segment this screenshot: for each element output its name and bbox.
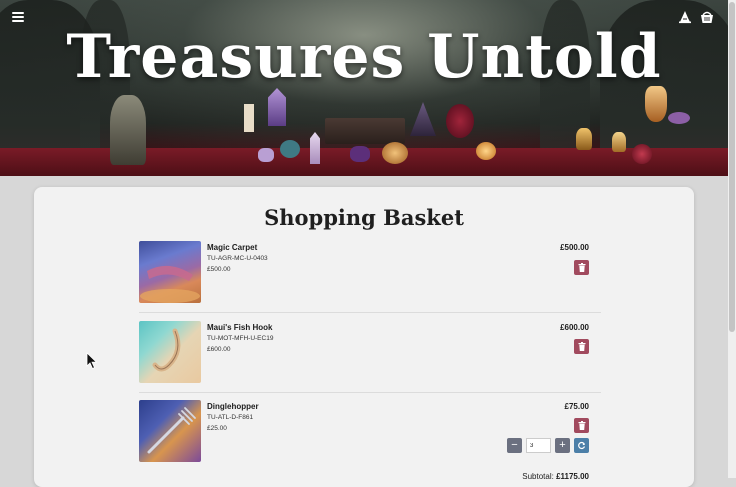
quantity-stepper: − + [507,438,589,453]
item-sku: TU-AGR-MC-U-0403 [207,255,268,262]
magic-carpet-image[interactable] [139,241,201,303]
goblet-decoration [576,128,592,150]
candle-decoration [244,104,254,132]
gem-decoration [382,142,408,164]
trash-icon [578,342,585,351]
basket-item: Magic Carpet TU-AGR-MC-U-0403 £500.00 £5… [139,241,601,307]
menu-icon[interactable] [12,12,24,22]
item-line-total: £500.00 [560,243,589,252]
delete-button[interactable] [574,418,589,433]
gem-decoration [350,146,370,162]
trash-icon [578,263,585,272]
item-line-total: £600.00 [560,323,589,332]
delete-button[interactable] [574,339,589,354]
item-name[interactable]: Dinglehopper [207,402,259,411]
candle-decoration [476,142,496,160]
decrease-quantity-button[interactable]: − [507,438,522,453]
item-name[interactable]: Maui's Fish Hook [207,323,272,332]
subtotal: Subtotal: £1175.00 [522,472,589,481]
increase-quantity-button[interactable]: + [555,438,570,453]
crystal-decoration [310,132,320,164]
crystal-decoration [268,88,286,126]
goblet-decoration [612,132,626,152]
gem-decoration [280,140,300,158]
lantern-decoration [110,95,146,165]
site-title: Treasures Untold [66,22,662,92]
refresh-icon [578,441,586,450]
item-sku: TU-MOT-MFH-U-EC19 [207,335,274,342]
book-stack-decoration [325,118,405,144]
item-line-total: £75.00 [564,402,589,411]
hero-banner: Treasures Untold [0,0,728,176]
item-unit-price: £25.00 [207,425,227,432]
item-unit-price: £500.00 [207,266,231,273]
basket-item: Maui's Fish Hook TU-MOT-MFH-U-EC19 £600.… [139,321,601,387]
trash-icon [578,421,585,430]
gem-decoration [258,148,274,162]
potion-decoration [446,104,474,138]
update-quantity-button[interactable] [574,438,589,453]
scrollbar-thumb[interactable] [729,2,735,332]
subtotal-label: Subtotal: [522,472,554,481]
quantity-input[interactable] [526,438,551,453]
delete-button[interactable] [574,260,589,275]
dinglehopper-image[interactable] [139,400,201,462]
gem-decoration [668,112,690,124]
subtotal-value: £1175.00 [556,472,589,481]
item-divider [139,312,601,313]
pyramid-decoration [410,102,436,136]
mauis-fish-hook-image[interactable] [139,321,201,383]
basket-item: Dinglehopper TU-ATL-D-F861 £25.00 £75.00… [139,400,601,466]
item-divider [139,392,601,393]
item-sku: TU-ATL-D-F861 [207,414,254,421]
item-unit-price: £600.00 [207,346,231,353]
page-scrollbar[interactable] [728,0,736,478]
mouse-cursor-icon [86,352,98,375]
potion-decoration [632,144,652,164]
basket-title: Shopping Basket [264,205,464,230]
item-name[interactable]: Magic Carpet [207,243,257,252]
